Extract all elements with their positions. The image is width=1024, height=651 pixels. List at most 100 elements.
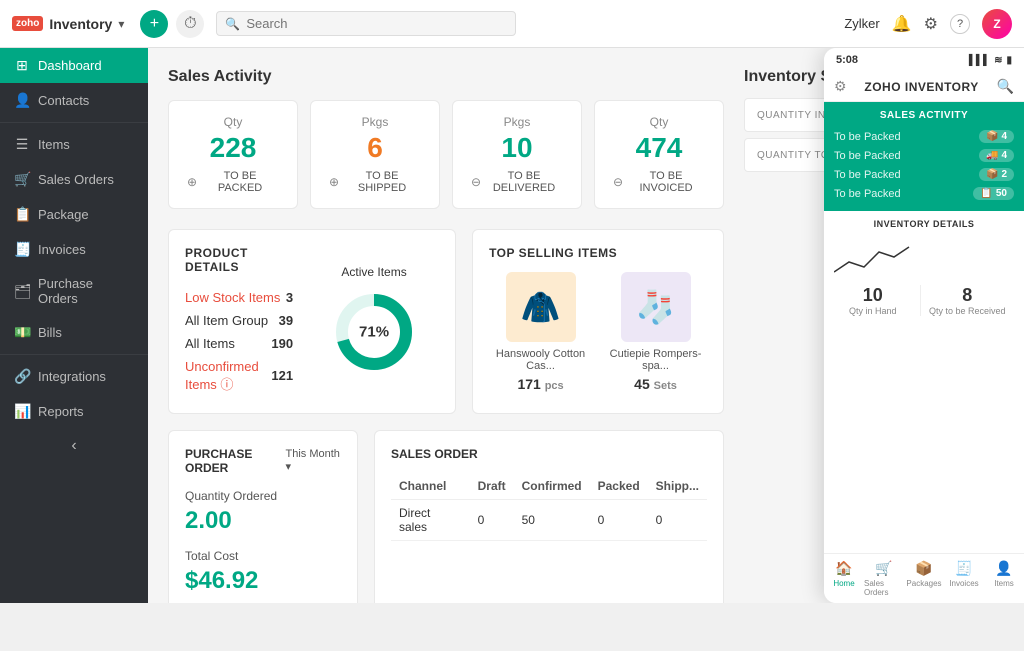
- sales-orders-nav-icon: 🛒: [875, 560, 892, 577]
- mobile-nav-sales[interactable]: 🛒 Sales Orders: [864, 560, 904, 597]
- mobile-activity-row-4[interactable]: To be Packed 📋 50: [834, 184, 1014, 203]
- mobile-inv-stat-hand: 10 Qty in Hand: [834, 285, 921, 316]
- mobile-activity-row-2[interactable]: To be Packed 🚚 4: [834, 146, 1014, 165]
- mobile-badge-icon-2: 🚚: [986, 150, 998, 161]
- product-details-card: PRODUCT DETAILS Low Stock Items 3 All It…: [168, 229, 456, 414]
- packages-nav-icon: 📦: [915, 560, 932, 577]
- selling-item-1[interactable]: 🧥 Hanswooly Cotton Cas... 171 pcs: [489, 272, 592, 392]
- sidebar-item-reports[interactable]: 📊 Reports: [0, 394, 148, 429]
- mobile-status-icons: ▌▌▌ ≋ ▮: [969, 55, 1012, 66]
- user-name[interactable]: Zylker: [844, 16, 879, 31]
- packed-label: ⊕ TO BE PACKED: [187, 170, 279, 194]
- activity-card-packed[interactable]: Qty 228 ⊕ TO BE PACKED: [168, 100, 298, 209]
- delivered-unit: Pkgs: [471, 115, 563, 129]
- mobile-bottom-nav: 🏠 Home 🛒 Sales Orders 📦 Packages 🧾 Invoi…: [824, 553, 1024, 603]
- mobile-activity-row-3[interactable]: To be Packed 📦 2: [834, 165, 1014, 184]
- contacts-icon: 👤: [14, 92, 30, 109]
- selling-item-1-img: 🧥: [506, 272, 576, 342]
- activity-card-invoiced[interactable]: Qty 474 ⊖ TO BE INVOICED: [594, 100, 724, 209]
- mobile-badge-icon-4: 📋: [980, 188, 992, 199]
- mobile-nav-invoices[interactable]: 🧾 Invoices: [944, 560, 984, 597]
- invoiced-value: 474: [613, 133, 705, 164]
- mobile-nav-home[interactable]: 🏠 Home: [824, 560, 864, 597]
- add-button[interactable]: +: [140, 10, 168, 38]
- home-icon: 🏠: [835, 560, 852, 577]
- mobile-nav-packages-label: Packages: [906, 579, 941, 588]
- top-selling-card: TOP SELLING ITEMS 🧥 Hanswooly Cotton Cas…: [472, 229, 724, 414]
- mobile-settings-icon[interactable]: ⚙: [834, 78, 847, 95]
- sidebar-item-integrations[interactable]: 🔗 Integrations: [0, 359, 148, 394]
- table-row[interactable]: Direct sales 0 50 0 0: [391, 499, 707, 540]
- sidebar-item-package[interactable]: 📋 Package: [0, 197, 148, 232]
- mobile-inv-label-received: Qty to be Received: [929, 306, 1007, 316]
- product-row-unconfirmed[interactable]: Unconfirmed Items ⓘ 121: [185, 355, 293, 397]
- donut-label: Active Items: [341, 265, 406, 279]
- activity-card-delivered[interactable]: Pkgs 10 ⊖ TO BE DELIVERED: [452, 100, 582, 209]
- sidebar-divider: [0, 122, 148, 123]
- mobile-activity-label-2: To be Packed: [834, 150, 901, 162]
- search-input[interactable]: [246, 16, 507, 31]
- mobile-sales-title: SALES ACTIVITY: [834, 110, 1014, 121]
- sidebar-item-label: Dashboard: [38, 58, 102, 73]
- mobile-nav-sales-label: Sales Orders: [864, 579, 904, 597]
- po-stat-cost: Total Cost $46.92: [185, 549, 341, 595]
- mobile-inv-stats-row: 10 Qty in Hand 8 Qty to be Received: [834, 285, 1014, 316]
- sidebar-collapse-btn[interactable]: ‹: [0, 429, 148, 463]
- po-stat-qty: Quantity Ordered 2.00: [185, 489, 341, 535]
- sidebar-item-dashboard[interactable]: ⊞ Dashboard: [0, 48, 148, 83]
- sidebar-item-items[interactable]: ☰ Items: [0, 127, 148, 162]
- activity-card-shipped[interactable]: Pkgs 6 ⊕ TO BE SHIPPED: [310, 100, 440, 209]
- invoiced-label: ⊖ TO BE INVOICED: [613, 170, 705, 194]
- po-filter[interactable]: This Month ▾: [285, 448, 341, 473]
- notifications-icon[interactable]: 🔔: [892, 14, 912, 34]
- top-bar: zoho Inventory ▾ + ⏱ 🔍 Zylker 🔔 ⚙ ? Z: [0, 0, 1024, 48]
- mobile-activity-badge-3: 📦 2: [979, 168, 1014, 181]
- low-stock-label: Low Stock Items: [185, 290, 280, 305]
- po-cost-label: Total Cost: [185, 549, 341, 563]
- mobile-inv-num-received: 8: [929, 285, 1007, 306]
- mobile-app-name: ZOHO INVENTORY: [855, 80, 989, 94]
- logo-area[interactable]: zoho Inventory ▾: [12, 16, 124, 32]
- mobile-overlay: 5:08 ▌▌▌ ≋ ▮ ⚙ ZOHO INVENTORY 🔍 SALES AC…: [824, 48, 1024, 603]
- so-row-shipped: 0: [648, 499, 707, 540]
- delivered-icon: ⊖: [471, 175, 481, 189]
- sidebar-item-invoices[interactable]: 🧾 Invoices: [0, 232, 148, 267]
- integrations-icon: 🔗: [14, 368, 30, 385]
- sidebar-item-purchase-orders[interactable]: 🗂 Purchase Orders: [0, 267, 148, 315]
- settings-icon[interactable]: ⚙: [924, 14, 938, 34]
- product-row-low-stock[interactable]: Low Stock Items 3: [185, 286, 293, 309]
- reports-icon: 📊: [14, 403, 30, 420]
- history-button[interactable]: ⏱: [176, 10, 204, 38]
- sidebar-item-label: Invoices: [38, 242, 86, 257]
- mobile-activity-row-1[interactable]: To be Packed 📦 4: [834, 127, 1014, 146]
- selling-item-1-unit: pcs: [545, 380, 564, 392]
- mobile-activity-label-3: To be Packed: [834, 169, 901, 181]
- product-row-item-group[interactable]: All Item Group 39: [185, 309, 293, 332]
- sidebar-item-label: Reports: [38, 404, 84, 419]
- avatar[interactable]: Z: [982, 9, 1012, 39]
- so-col-shipped: Shipp...: [648, 473, 707, 500]
- mobile-inv-label-hand: Qty in Hand: [834, 306, 912, 316]
- sidebar-item-bills[interactable]: 💵 Bills: [0, 315, 148, 350]
- mobile-search-icon[interactable]: 🔍: [997, 78, 1014, 95]
- mobile-inv-stat-received: 8 Qty to be Received: [929, 285, 1015, 316]
- mobile-activity-badge-4: 📋 50: [973, 187, 1014, 200]
- topbar-right: Zylker 🔔 ⚙ ? Z: [844, 9, 1012, 39]
- sidebar-item-sales-orders[interactable]: 🛒 Sales Orders: [0, 162, 148, 197]
- sidebar-item-contacts[interactable]: 👤 Contacts: [0, 83, 148, 118]
- mobile-nav-items[interactable]: 👤 Items: [984, 560, 1024, 597]
- mobile-status-bar: 5:08 ▌▌▌ ≋ ▮: [824, 48, 1024, 72]
- package-icon: 📋: [14, 206, 30, 223]
- dashboard-icon: ⊞: [14, 57, 30, 74]
- po-header: PURCHASE ORDER This Month ▾: [185, 447, 341, 475]
- sidebar-item-label: Items: [38, 137, 70, 152]
- so-row-confirmed: 50: [514, 499, 590, 540]
- mobile-nav-packages[interactable]: 📦 Packages: [904, 560, 944, 597]
- middle-section: PRODUCT DETAILS Low Stock Items 3 All It…: [168, 229, 724, 414]
- sidebar-item-label: Integrations: [38, 369, 106, 384]
- low-stock-value: 3: [286, 290, 293, 305]
- donut-percent: 71%: [359, 324, 389, 341]
- product-row-all-items[interactable]: All Items 190: [185, 332, 293, 355]
- help-icon[interactable]: ?: [950, 14, 970, 34]
- selling-item-2[interactable]: 🧦 Cutiepie Rompers-spa... 45 Sets: [604, 272, 707, 392]
